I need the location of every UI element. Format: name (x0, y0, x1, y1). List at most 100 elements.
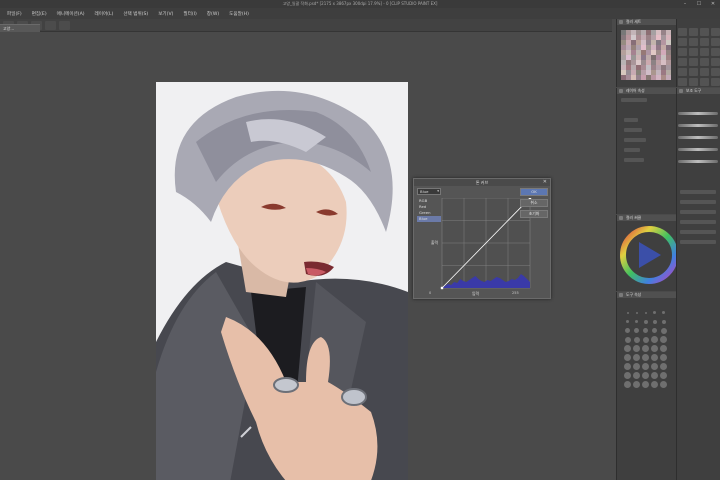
color-set-swatches[interactable] (621, 30, 673, 82)
brush-size-dot[interactable] (624, 336, 631, 343)
tool-button[interactable] (700, 78, 709, 86)
sub-tool-option[interactable] (680, 220, 716, 224)
tool-button[interactable] (700, 48, 709, 56)
brush-size-dot[interactable] (643, 328, 648, 333)
tool-button[interactable] (700, 68, 709, 76)
brush-size-dot[interactable] (651, 363, 658, 370)
brush-size-dot[interactable] (633, 354, 640, 361)
brush-size-dot[interactable] (660, 345, 667, 352)
brush-size-dot[interactable] (651, 345, 658, 352)
minimize-icon[interactable]: – (678, 0, 692, 8)
menu-item[interactable]: 보기(V) (153, 11, 178, 17)
tool-button[interactable] (711, 78, 720, 86)
tool-button[interactable] (689, 68, 698, 76)
brush-size-dot[interactable] (635, 320, 638, 323)
tool-button[interactable] (678, 28, 687, 36)
layer-property-option[interactable] (624, 138, 646, 142)
brush-size-dot[interactable] (642, 363, 649, 370)
menu-item[interactable]: 편집(E) (27, 11, 52, 17)
sub-tool-option[interactable] (680, 230, 716, 234)
tool-button[interactable] (711, 48, 720, 56)
brush-size-dot[interactable] (642, 345, 649, 352)
brush-size-dot[interactable] (660, 327, 667, 334)
tool-button[interactable] (678, 48, 687, 56)
brush-size-dot[interactable] (625, 328, 630, 333)
tone-curve-graph[interactable] (430, 198, 533, 292)
brush-size-dot[interactable] (624, 354, 631, 361)
brush-size-dot[interactable] (652, 319, 657, 324)
brush-size-dot[interactable] (633, 345, 640, 352)
brush-stroke-preview[interactable] (678, 160, 718, 163)
layer-property-option[interactable] (624, 148, 640, 152)
close-icon[interactable]: ✕ (706, 0, 720, 8)
brush-size-dot[interactable] (633, 372, 640, 379)
layer-property-option[interactable] (624, 158, 644, 162)
brush-size-dot[interactable] (634, 328, 639, 333)
sub-tool-option[interactable] (680, 200, 716, 204)
brush-size-dot[interactable] (624, 381, 631, 388)
menu-item[interactable]: 창(W) (202, 11, 224, 17)
sub-tool-option[interactable] (680, 190, 716, 194)
tool-button[interactable] (700, 28, 709, 36)
tool-button[interactable] (678, 38, 687, 46)
tool-button[interactable] (689, 48, 698, 56)
brush-size-dot[interactable] (633, 381, 640, 388)
brush-size-dot[interactable] (662, 311, 665, 314)
sub-tool-option[interactable] (680, 240, 716, 244)
brush-size-dot[interactable] (642, 372, 649, 379)
maximize-icon[interactable]: ☐ (692, 0, 706, 8)
layer-property-option[interactable] (621, 98, 647, 102)
illustration-canvas[interactable] (156, 82, 408, 480)
brush-size-dot[interactable] (652, 328, 657, 333)
brush-size-dot[interactable] (626, 311, 629, 314)
menu-item[interactable]: 애니메이션(A) (52, 11, 90, 17)
brush-size-dot[interactable] (644, 311, 647, 314)
brush-size-dot[interactable] (642, 354, 649, 361)
brush-size-dot[interactable] (624, 345, 631, 352)
brush-size-dot[interactable] (642, 381, 649, 388)
brush-size-dot[interactable] (660, 363, 667, 370)
brush-size-palette[interactable] (624, 309, 670, 388)
sub-tool-option[interactable] (680, 210, 716, 214)
menu-item[interactable]: 선택 범위(S) (118, 11, 153, 17)
saturation-triangle[interactable] (639, 242, 661, 268)
tool-button[interactable] (689, 28, 698, 36)
color-wheel[interactable] (617, 222, 677, 288)
menu-item[interactable]: 필터(I) (178, 11, 201, 17)
brush-size-dot[interactable] (624, 363, 631, 370)
brush-size-dot[interactable] (653, 311, 656, 314)
undo-icon[interactable] (45, 20, 56, 30)
brush-size-dot[interactable] (661, 319, 666, 324)
dialog-close-icon[interactable]: ✕ (543, 179, 547, 186)
menu-item[interactable]: 도움말(H) (224, 11, 254, 17)
brush-size-dot[interactable] (660, 336, 667, 343)
tool-button[interactable] (689, 58, 698, 66)
tool-button[interactable] (711, 68, 720, 76)
brush-size-dot[interactable] (660, 354, 667, 361)
brush-size-dot[interactable] (633, 363, 640, 370)
channel-dropdown[interactable]: Blue ▾ (417, 188, 441, 195)
reset-button[interactable]: 초기화 (520, 210, 548, 218)
brush-size-dot[interactable] (651, 354, 658, 361)
tool-button[interactable] (678, 68, 687, 76)
brush-stroke-preview[interactable] (678, 136, 718, 139)
tool-button[interactable] (711, 58, 720, 66)
color-swatch[interactable] (666, 75, 671, 80)
brush-size-dot[interactable] (633, 336, 640, 343)
canvas-area[interactable]: 톤 커브 ✕ Blue ▾ RGB Red Green Blue 출력 0 입력 25… (0, 32, 612, 480)
brush-size-dot[interactable] (651, 372, 658, 379)
brush-size-dot[interactable] (642, 336, 649, 343)
tool-button[interactable] (689, 38, 698, 46)
brush-stroke-preview[interactable] (678, 124, 718, 127)
brush-size-dot[interactable] (624, 372, 631, 379)
brush-size-dot[interactable] (651, 336, 658, 343)
layer-property-option[interactable] (624, 128, 642, 132)
brush-size-dot[interactable] (660, 381, 667, 388)
tool-button[interactable] (678, 58, 687, 66)
tool-button[interactable] (689, 78, 698, 86)
layer-property-option[interactable] (624, 118, 638, 122)
menu-item[interactable]: 레이어(L) (90, 11, 119, 17)
tool-button[interactable] (711, 28, 720, 36)
brush-size-dot[interactable] (643, 319, 648, 324)
redo-icon[interactable] (59, 20, 70, 30)
